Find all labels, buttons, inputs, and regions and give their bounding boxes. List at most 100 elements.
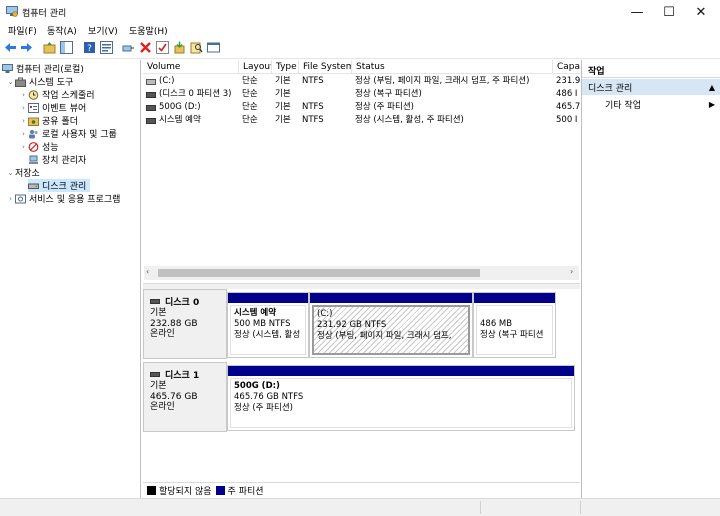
tree-item-storage[interactable]: ⌄ 저장소 — [6, 166, 40, 180]
folder-up-icon[interactable] — [43, 41, 56, 54]
partition-size: 486 MB — [480, 319, 513, 329]
partition-recovery[interactable]: 486 MB 정상 (복구 파티션 — [473, 292, 556, 358]
tree-item-task-scheduler[interactable]: › 작업 스케줄러 — [19, 88, 95, 101]
check-icon[interactable] — [156, 41, 169, 54]
tree-item-shared-folders[interactable]: › 공유 폴더 — [19, 114, 78, 128]
legend-primary: 주 파티션 — [227, 487, 264, 497]
disk-1-info[interactable]: 디스크 1 기본 465.76 GB 온라인 — [143, 362, 227, 432]
menu-file[interactable]: 파일(F) — [8, 24, 37, 37]
tree-item-local-users[interactable]: › 로컬 사용자 및 그룹 — [19, 127, 117, 140]
cell-status: 정상 (주 파티션) — [355, 102, 414, 112]
tree-label: 로컬 사용자 및 그룹 — [42, 130, 117, 140]
column-header-layout[interactable]: Layout — [239, 60, 272, 74]
search-icon[interactable] — [190, 41, 203, 54]
tree-label: 디스크 관리 — [42, 182, 87, 192]
scroll-right-icon[interactable]: › — [570, 267, 573, 276]
tree-item-disk-management[interactable]: 디스크 관리 — [28, 179, 91, 192]
disk-icon — [150, 299, 160, 304]
computer-management-icon — [2, 63, 13, 73]
table-row[interactable]: 500G (D:) 단순 기본 NTFS 정상 (주 파티션) 465.7 — [143, 101, 580, 114]
cell-status: 정상 (복구 파티션) — [355, 89, 422, 99]
horizontal-scrollbar[interactable]: ‹ › — [144, 266, 579, 280]
chevron-right-icon[interactable]: › — [19, 91, 28, 99]
table-row[interactable]: (디스크 0 파티션 3) 단순 기본 정상 (복구 파티션) 486 I — [143, 88, 580, 101]
properties-icon[interactable] — [100, 41, 113, 54]
table-row[interactable]: (C:) 단순 기본 NTFS 정상 (부팅, 페이지 파일, 크래시 덤프, … — [143, 75, 580, 88]
cell-capacity: 486 I — [556, 89, 578, 99]
chevron-right-icon[interactable]: › — [19, 117, 28, 125]
partition-size: 465.76 GB NTFS — [234, 392, 304, 402]
cell-type: 기본 — [275, 115, 291, 125]
volume-icon — [146, 117, 156, 124]
services-icon — [15, 194, 26, 203]
partition-name: 시스템 예약 — [234, 308, 277, 318]
import-icon[interactable] — [173, 41, 186, 54]
legend-unallocated: 할당되지 않음 — [159, 487, 212, 497]
menu-help[interactable]: 도움말(H) — [129, 24, 168, 37]
disk-status: 온라인 — [150, 329, 175, 339]
column-header-status[interactable]: Status — [352, 60, 553, 74]
back-icon[interactable] — [4, 41, 17, 54]
menu-view[interactable]: 보기(V) — [88, 24, 118, 37]
column-header-type[interactable]: Type — [272, 60, 299, 74]
navigation-tree: 컴퓨터 관리(로컬) ⌄ 시스템 도구 › 작업 스케줄러 › 이벤트 뷰어 ›… — [0, 60, 141, 498]
maximize-button[interactable]: ☐ — [653, 0, 685, 24]
svg-text:?: ? — [87, 44, 92, 54]
no-entry-icon — [28, 141, 39, 152]
chevron-right-icon[interactable]: › — [6, 195, 15, 203]
column-header-file-system[interactable]: File System — [299, 60, 352, 74]
disk-management-icon — [28, 183, 39, 189]
forward-icon[interactable] — [20, 41, 33, 54]
disk-icon — [150, 372, 160, 377]
cell-file-system — [299, 88, 352, 101]
cell-volume: 시스템 예약 — [159, 115, 201, 125]
chevron-down-icon[interactable]: ⌄ — [6, 169, 15, 177]
cell-volume: 500G (D:) — [159, 102, 201, 112]
cell-status: 정상 (시스템, 활성, 주 파티션) — [355, 115, 464, 125]
chevron-right-icon[interactable]: › — [19, 143, 28, 151]
action-more-actions[interactable]: 기타 작업 ▶ — [582, 97, 720, 111]
tree-label: 성능 — [42, 143, 59, 153]
column-header-capacity[interactable]: Capa — [553, 60, 580, 74]
menu-action[interactable]: 동작(A) — [47, 24, 77, 37]
chevron-down-icon[interactable]: ⌄ — [6, 78, 15, 86]
close-button[interactable]: ✕ — [685, 0, 717, 24]
menu-bar: 파일(F) 동작(A) 보기(V) 도움말(H) — [0, 24, 720, 38]
chevron-right-icon[interactable]: › — [19, 104, 28, 112]
computer-management-icon — [6, 6, 18, 17]
partition-d-drive[interactable]: 500G (D:) 465.76 GB NTFS 정상 (주 파티션) — [227, 365, 575, 431]
column-header-volume[interactable]: Volume — [143, 60, 239, 74]
scroll-left-icon[interactable]: ‹ — [146, 267, 149, 276]
tree-item-computer-management[interactable]: 컴퓨터 관리(로컬) — [2, 62, 84, 75]
tree-item-system-tools[interactable]: ⌄ 시스템 도구 — [6, 75, 73, 88]
partition-system-reserved[interactable]: 시스템 예약 500 MB NTFS 정상 (시스템, 활성 — [227, 292, 309, 358]
table-row[interactable]: 시스템 예약 단순 기본 NTFS 정상 (시스템, 활성, 주 파티션) 50… — [143, 114, 580, 127]
show-hide-tree-icon[interactable] — [60, 41, 73, 54]
tree-item-device-manager[interactable]: 장치 관리자 — [28, 153, 86, 166]
cell-volume: (디스크 0 파티션 3) — [159, 89, 232, 99]
tree-item-services-apps[interactable]: › 서비스 및 응용 프로그램 — [6, 192, 120, 205]
cell-capacity: 231.9 — [556, 76, 580, 86]
action-section-disk-management[interactable]: 디스크 관리 ▲ — [582, 79, 720, 95]
primary-partition-swatch — [215, 486, 225, 495]
partition-name: (C:) — [317, 309, 333, 319]
delete-icon[interactable] — [139, 41, 152, 54]
partition-name: 500G (D:) — [234, 381, 280, 391]
disk-0-info[interactable]: 디스크 0 기본 232.88 GB 온라인 — [143, 289, 227, 359]
help-icon[interactable]: ? — [83, 41, 96, 54]
minimize-button[interactable]: — — [621, 0, 653, 24]
chevron-right-icon[interactable]: › — [19, 130, 28, 138]
cell-type: 기본 — [275, 102, 291, 112]
cell-file-system: NTFS — [302, 115, 324, 125]
scrollbar-thumb[interactable] — [158, 269, 480, 277]
console-icon[interactable] — [207, 41, 220, 54]
collapse-up-icon[interactable]: ▲ — [709, 83, 715, 92]
connect-icon[interactable] — [122, 41, 135, 54]
volume-icon — [146, 91, 156, 98]
submenu-arrow-icon: ▶ — [708, 99, 715, 109]
tree-item-performance[interactable]: › 성능 — [19, 140, 59, 153]
tree-item-event-viewer[interactable]: › 이벤트 뷰어 — [19, 101, 86, 114]
partition-c-drive[interactable]: (C:) 231.92 GB NTFS 정상 (부팅, 페이지 파일, 크래시 … — [309, 292, 473, 358]
device-manager-icon — [29, 155, 38, 164]
cell-capacity: 465.7 — [556, 102, 580, 112]
